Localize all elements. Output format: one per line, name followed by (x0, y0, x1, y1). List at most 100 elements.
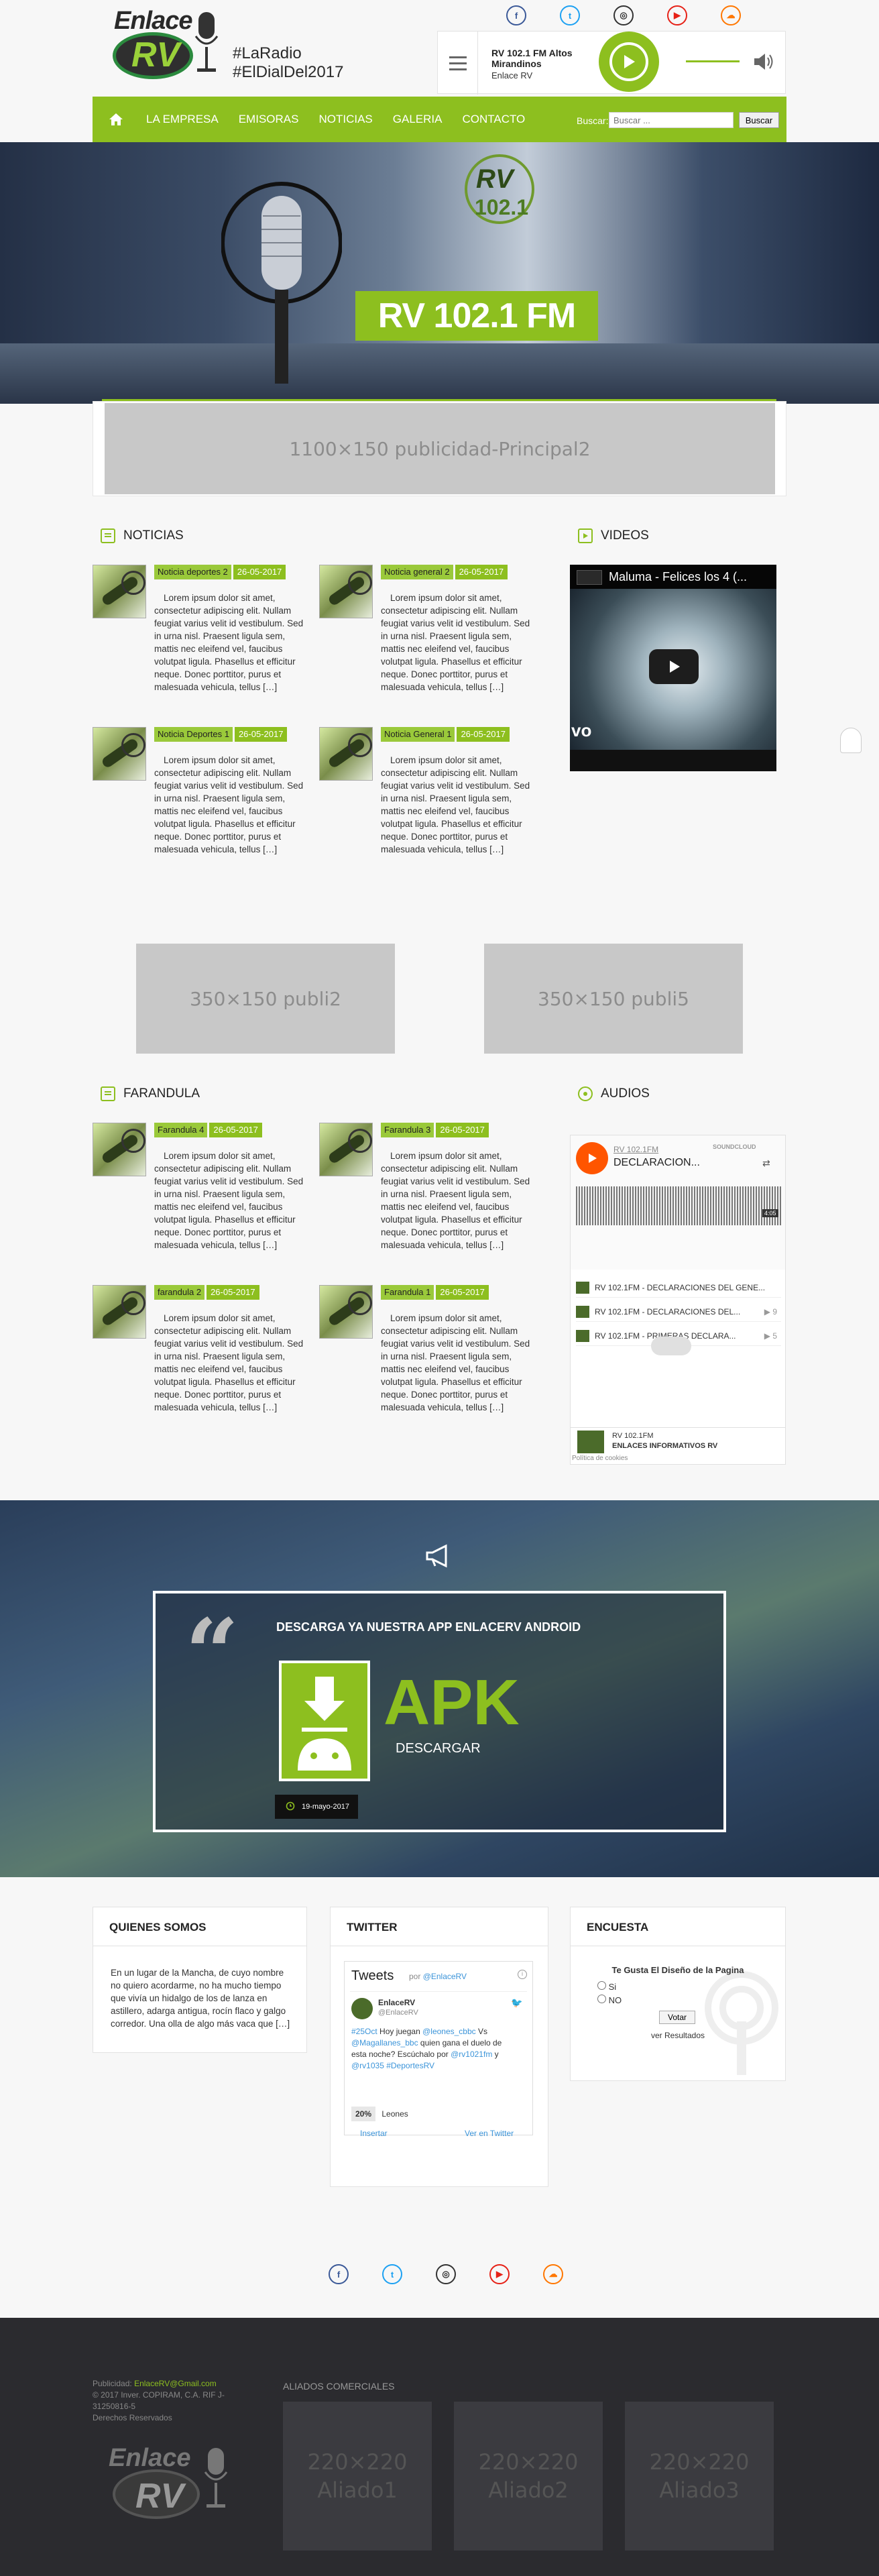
tw-embed-link[interactable]: Insertar (360, 2129, 388, 2138)
ally-slot[interactable]: 220×220 Aliado1 (283, 2402, 432, 2551)
ally-slot[interactable]: 220×220 Aliado2 (454, 2402, 603, 2551)
post-title[interactable]: Farandula 4 (154, 1123, 208, 1137)
menu-icon[interactable] (438, 32, 478, 95)
avatar[interactable] (351, 1998, 373, 2019)
footer-logo[interactable]: Enlace RV (102, 2439, 236, 2526)
tw-user-handle[interactable]: @EnlaceRV (378, 2009, 418, 2017)
farandula-title: FARANDULA (123, 1086, 200, 1101)
sc-footer: RV 102.1FM ENLACES INFORMATIVOS RV (571, 1427, 785, 1454)
speaker-icon[interactable] (753, 52, 776, 72)
video-play-button[interactable] (649, 649, 699, 684)
tw-user[interactable]: EnlaceRV (378, 1998, 415, 2007)
sc-artist[interactable]: RV 102.1FM (613, 1145, 658, 1154)
site-footer: Publicidad: EnlaceRV@Gmail.com © 2017 In… (0, 2318, 879, 2576)
post-title[interactable]: Noticia General 1 (381, 727, 455, 742)
post-thumbnail[interactable] (319, 1123, 373, 1176)
soundcloud-brand: SOUNDCLOUD (713, 1143, 756, 1150)
sc-waveform[interactable] (576, 1186, 781, 1225)
post-title[interactable]: Noticia deportes 2 (154, 565, 231, 579)
ad-publi5[interactable]: 350×150 publi5 (484, 944, 743, 1054)
social-links-bottom: f t ◎ ▶ ☁ (329, 2264, 563, 2284)
twitter-timeline: Tweets por @EnlaceRV i EnlaceRV @EnlaceR… (344, 1961, 533, 2135)
nav-item-emisoras[interactable]: EMISORAS (239, 113, 299, 126)
post-title[interactable]: Noticia general 2 (381, 565, 453, 579)
post-excerpt: Lorem ipsum dolor sit amet, consectetur … (381, 755, 530, 854)
search-input[interactable] (609, 112, 734, 128)
youtube-icon[interactable]: ▶ (489, 2264, 510, 2284)
ally-slot[interactable]: 220×220 Aliado3 (625, 2402, 774, 2551)
app-date-text: 19-mayo-2017 (302, 1803, 349, 1811)
repost-icon[interactable]: ⇄ (762, 1158, 770, 1169)
tw-view-link[interactable]: Ver en Twitter (465, 2129, 514, 2138)
ad-principal-wrapper: 1100×150 publicidad-Principal2 (93, 401, 786, 496)
sc-track-name: RV 102.1FM - DECLARACIONES DEL GENE... (595, 1283, 766, 1292)
post-thumbnail[interactable] (93, 565, 146, 618)
post-tag: Farandula 4 26-05-2017 (154, 1123, 262, 1137)
post-date: 26-05-2017 (234, 727, 288, 742)
nav-item-galeria[interactable]: GALERIA (393, 113, 443, 126)
post-thumbnail[interactable] (319, 727, 373, 781)
search-label: Buscar: (577, 115, 609, 126)
megaphone-icon (426, 1544, 447, 1568)
instagram-icon[interactable]: ◎ (613, 5, 634, 25)
nav-item-la-empresa[interactable]: LA EMPRESA (146, 113, 219, 126)
post-thumbnail[interactable] (93, 1285, 146, 1339)
poll-label: Leones (382, 2109, 408, 2119)
search-button[interactable]: Buscar (739, 112, 779, 128)
nav-item-contacto[interactable]: CONTACTO (462, 113, 525, 126)
soundcloud-icon[interactable]: ☁ (543, 2264, 563, 2284)
quienes-text: En un lugar de la Mancha, de cuyo nombre… (111, 1968, 290, 2029)
instagram-icon[interactable]: ◎ (436, 2264, 456, 2284)
app-title: DESCARGA YA NUESTRA APP ENLACERV ANDROID (276, 1620, 581, 1634)
home-icon[interactable] (109, 113, 123, 126)
nav-item-noticias[interactable]: NOTICIAS (318, 113, 372, 126)
post-title[interactable]: Farandula 1 (381, 1285, 434, 1300)
station-name: RV 102.1 FM Altos Mirandinos (491, 48, 573, 69)
poll-option-si[interactable]: Si (597, 1981, 616, 1992)
soundcloud-icon[interactable]: ☁ (721, 5, 741, 25)
poll-results-link[interactable]: ver Resultados (571, 2031, 785, 2040)
poll-option-no[interactable]: NO (597, 1995, 622, 2005)
youtube-icon[interactable]: ▶ (667, 5, 687, 25)
post-thumbnail[interactable] (319, 565, 373, 618)
post-date: 26-05-2017 (209, 1123, 262, 1137)
post-thumbnail[interactable] (93, 1123, 146, 1176)
twitter-icon[interactable]: t (560, 5, 580, 25)
tw-by-handle[interactable]: @EnlaceRV (423, 1972, 467, 1981)
info-icon[interactable]: i (518, 1970, 527, 1979)
twitter-icon[interactable]: t (382, 2264, 402, 2284)
sc-track-item[interactable]: RV 102.1FM - DECLARACIONES DEL... ▶ 9 (576, 1302, 781, 1322)
site-logo[interactable]: Enlace RV (99, 3, 227, 82)
vote-button[interactable]: Votar (659, 2011, 695, 2024)
sc-track-item[interactable]: RV 102.1FM - DECLARACIONES DEL GENE... (576, 1278, 781, 1298)
soundcloud-header: RV 102.1FM DECLARACION... SOUNDCLOUD ⇄ 4… (571, 1135, 785, 1270)
footer-email[interactable]: EnlaceRV@Gmail.com (134, 2379, 217, 2388)
facebook-icon[interactable]: f (329, 2264, 349, 2284)
cookies-link[interactable]: Política de cookies (572, 1455, 628, 1462)
footer-info: Publicidad: EnlaceRV@Gmail.com © 2017 In… (93, 2378, 251, 2424)
download-label[interactable]: DESCARGAR (396, 1741, 481, 1756)
volume-slider[interactable] (686, 60, 740, 62)
poll-radio-no[interactable] (597, 1995, 606, 2003)
post-title[interactable]: Noticia Deportes 1 (154, 727, 233, 742)
poll-radio-si[interactable] (597, 1981, 606, 1990)
post-thumbnail[interactable] (319, 1285, 373, 1339)
facebook-icon[interactable]: f (506, 5, 526, 25)
noticias-post: Noticia general 2 26-05-2017 Lorem ipsum d… (319, 565, 534, 706)
android-download-icon[interactable] (279, 1661, 370, 1781)
quienes-widget: QUIENES SOMOS En un lugar de la Mancha, … (93, 1907, 307, 2053)
post-title[interactable]: Farandula 3 (381, 1123, 434, 1137)
microphone-icon (204, 2448, 228, 2508)
footer-copyright: © 2017 Inver. COPIRAM, C.A. RIF J-312508… (93, 2390, 225, 2411)
post-thumbnail[interactable] (93, 727, 146, 781)
video-player[interactable]: Maluma - Felices los 4 (... vo (570, 565, 776, 771)
tweet-text: #25Oct Hoy juegan @leones_cbbc Vs @Magal… (351, 2027, 502, 2070)
ad-publi2[interactable]: 350×150 publi2 (136, 944, 395, 1054)
ad-principal[interactable]: 1100×150 publicidad-Principal2 (105, 403, 775, 494)
soundcloud-play-button[interactable] (576, 1142, 608, 1174)
post-title[interactable]: farandula 2 (154, 1285, 205, 1300)
playlist-icon[interactable] (577, 570, 602, 585)
tweet-poll[interactable]: 20% Leones (351, 2107, 522, 2121)
scroll-top-button[interactable] (840, 728, 862, 753)
play-button[interactable] (599, 32, 659, 92)
